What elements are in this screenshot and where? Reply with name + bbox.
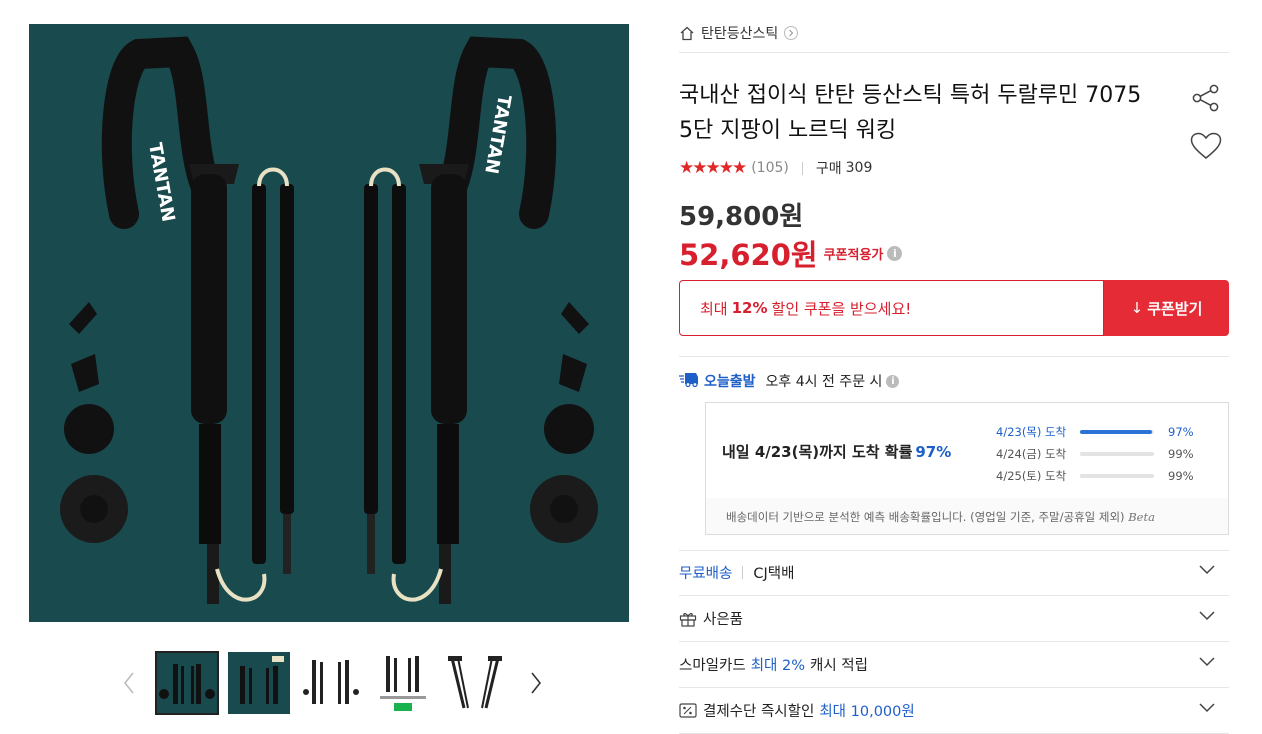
gift-row[interactable]: 사은품 <box>679 596 1229 642</box>
purchase-label: 구매 <box>815 161 842 177</box>
share-icon <box>1192 84 1219 112</box>
arrival-percent: 99% <box>1168 469 1194 483</box>
same-day-shipping-row: 오늘출발 오후 4시 전 주문 시 i <box>679 370 900 392</box>
thumbnail-4[interactable] <box>372 652 434 714</box>
smile-card-suffix: 캐시 적립 <box>810 658 868 674</box>
thumbnail-2-image <box>228 652 290 714</box>
thumbnail-next-arrow[interactable] <box>525 668 547 698</box>
product-title: 국내산 접이식 탄탄 등산스틱 특허 두랄루민 7075 5단 지팡이 노르딕 … <box>679 83 1142 143</box>
chevron-down-icon <box>1199 703 1215 713</box>
info-icon[interactable]: i <box>887 245 903 261</box>
divider <box>679 52 1229 53</box>
arrival-headline: 내일 4/23(목)까지 도착 확률 97% <box>722 441 951 462</box>
purchase-count: 309 <box>845 160 873 176</box>
divider <box>679 356 1229 357</box>
rating-stars: ★★★★★ <box>679 158 747 178</box>
shipping-condition: 오후 4시 전 주문 시 <box>765 374 883 390</box>
arrival-note-text: 배송데이터 기반으로 분석한 예측 배송확률입니다. (영업일 기준, 주말/공… <box>726 510 1125 524</box>
thumbnail-3-image <box>303 660 359 704</box>
arrival-bar-fill <box>1080 452 1154 456</box>
beta-badge: Beta <box>1128 510 1155 524</box>
payment-discount-row[interactable]: 결제수단 즉시할인 최대 10,000원 <box>679 688 1229 734</box>
coupon-applied-label: 쿠폰적용가 <box>823 247 884 263</box>
sale-price: 52,620원 <box>679 238 818 272</box>
arrival-probability-box: 내일 4/23(목)까지 도착 확률 97% 4/23(목) 도착 97% 4/2… <box>705 402 1229 535</box>
arrival-row: 4/23(목) 도착 97% <box>996 421 1216 443</box>
chevron-down-icon <box>1199 657 1215 667</box>
chevron-right-icon <box>531 672 542 694</box>
original-price: 59,800원 <box>679 202 804 232</box>
arrival-bar <box>1080 452 1154 456</box>
arrival-date: 4/25(토) 도착 <box>996 469 1067 483</box>
same-day-badge: 오늘출발 <box>704 374 756 390</box>
fast-delivery-icon <box>679 371 699 391</box>
arrival-date: 4/23(목) 도착 <box>996 425 1067 439</box>
share-button[interactable] <box>1189 82 1223 114</box>
coupon-banner: 최대 12% 할인 쿠폰을 받으세요! <box>679 280 1104 336</box>
thumbnail-prev-arrow[interactable] <box>118 668 140 698</box>
arrival-bar-fill <box>1080 430 1152 434</box>
thumbnail-1-image <box>156 652 218 714</box>
thumbnail-4-image <box>380 656 426 711</box>
delivery-info-row[interactable]: 무료배송 CJ택배 <box>679 550 1229 596</box>
thumbnail-5-image <box>448 656 502 709</box>
strap-print-right: TANTAN <box>480 93 515 175</box>
chevron-down-icon <box>1199 611 1215 621</box>
payment-discount-label: 결제수단 즉시할인 <box>703 704 815 720</box>
chevron-left-icon <box>123 672 134 694</box>
chevron-down-icon <box>1199 565 1215 575</box>
breadcrumb-store-name: 탄탄등산스틱 <box>701 26 779 42</box>
smile-card-row[interactable]: 스마일카드 최대 2% 캐시 적립 <box>679 642 1229 688</box>
payment-discount-highlight: 최대 10,000원 <box>819 704 915 720</box>
discount-card-icon <box>679 703 697 718</box>
main-product-image[interactable]: TANTAN TANTAN <box>29 24 629 622</box>
free-shipping-label: 무료배송 <box>679 566 733 582</box>
strap-print-left: TANTAN <box>144 141 179 223</box>
arrival-headline-percent: 97% <box>915 443 952 461</box>
arrival-percent: 97% <box>1168 425 1194 439</box>
smile-card-label: 스마일카드 <box>679 658 746 674</box>
thumbnail-5[interactable] <box>444 652 506 714</box>
arrival-note: 배송데이터 기반으로 분석한 예측 배송확률입니다. (영업일 기준, 주말/공… <box>726 509 1155 525</box>
get-coupon-label: 쿠폰받기 <box>1147 299 1203 318</box>
home-icon <box>679 26 695 41</box>
arrival-bar <box>1080 474 1154 478</box>
smile-card-highlight: 최대 2% <box>750 658 805 674</box>
rating-row: ★★★★★ (105) 구매 309 <box>679 157 872 179</box>
get-coupon-button[interactable]: ↓ 쿠폰받기 <box>1104 280 1229 336</box>
coupon-text-prefix: 최대 <box>700 299 728 318</box>
arrival-date: 4/24(금) 도착 <box>996 447 1067 461</box>
thumbnail-3[interactable] <box>300 652 362 714</box>
carrier-label: CJ택배 <box>753 566 795 582</box>
coupon-text-suffix: 할인 쿠폰을 받으세요! <box>771 299 912 318</box>
sale-price-row: 52,620원 쿠폰적용가 i <box>679 232 903 274</box>
chevron-right-icon <box>784 26 799 40</box>
wishlist-button[interactable] <box>1189 130 1223 162</box>
thumbnail-2[interactable] <box>228 652 290 714</box>
arrival-rows: 4/23(목) 도착 97% 4/24(금) 도착 99% 4/25(토) 도착… <box>996 421 1216 487</box>
arrival-row: 4/25(토) 도착 99% <box>996 465 1216 487</box>
review-count-link[interactable]: (105) <box>751 160 789 176</box>
heart-icon <box>1190 132 1222 159</box>
gift-icon <box>679 611 697 627</box>
coupon-percent: 12% <box>731 299 768 317</box>
arrival-headline-text: 내일 4/23(목)까지 도착 확률 <box>722 443 913 461</box>
arrival-row: 4/24(금) 도착 99% <box>996 443 1216 465</box>
info-icon[interactable]: i <box>886 374 900 388</box>
trekking-poles-photo: TANTAN TANTAN <box>60 36 598 604</box>
separator <box>801 161 803 175</box>
arrival-bar-fill <box>1080 474 1154 478</box>
separator <box>742 566 744 579</box>
gift-label: 사은품 <box>703 612 744 628</box>
arrival-bar <box>1080 430 1154 434</box>
download-icon: ↓ <box>1130 299 1144 317</box>
thumbnail-1[interactable] <box>155 651 219 715</box>
arrival-percent: 99% <box>1168 447 1194 461</box>
breadcrumb[interactable]: 탄탄등산스틱 <box>679 22 799 44</box>
